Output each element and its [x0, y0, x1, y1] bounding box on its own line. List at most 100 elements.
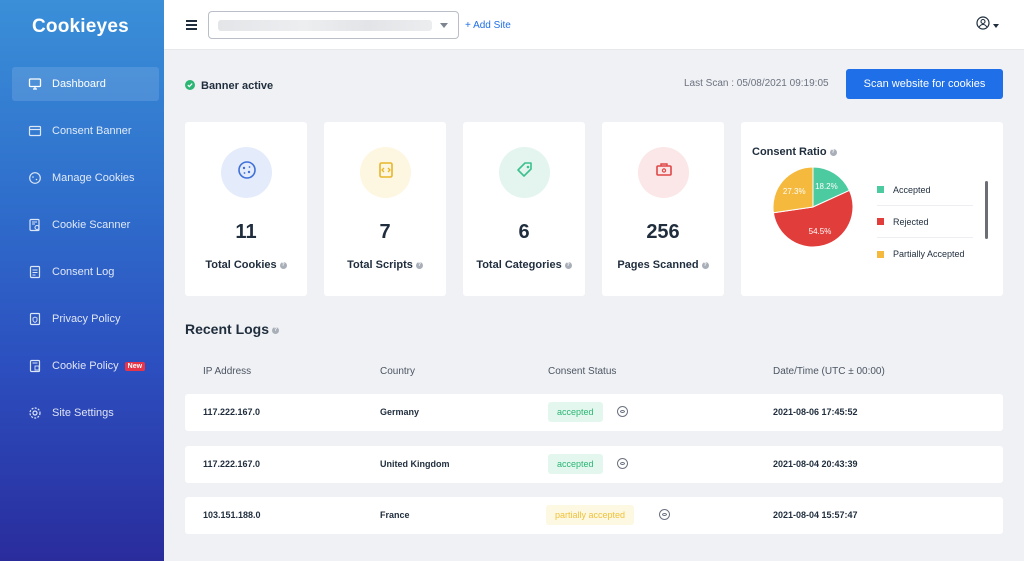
- legend-label: Accepted: [893, 184, 931, 195]
- sidebar-item-label: Cookie Scanner: [52, 219, 131, 231]
- column-header-status: Consent Status: [548, 366, 617, 377]
- column-header-country: Country: [380, 366, 416, 377]
- legend-swatch: [877, 218, 884, 225]
- pie-value-label: 18.2%: [815, 182, 838, 191]
- table-row[interactable]: 117.222.167.0 United Kingdom accepted 20…: [185, 446, 1003, 483]
- scan-website-button[interactable]: Scan website for cookies: [846, 69, 1003, 99]
- site-name-redacted: [218, 20, 432, 31]
- stat-card-categories[interactable]: 6 Total Categories?: [463, 122, 585, 296]
- stat-label: Pages Scanned?: [602, 259, 724, 271]
- user-menu[interactable]: [976, 16, 999, 35]
- recent-logs-title-text: Recent Logs: [185, 321, 270, 337]
- legend-item-accepted: Accepted: [877, 174, 973, 206]
- stat-card-cookies[interactable]: 11 Total Cookies?: [185, 122, 307, 296]
- last-scan-time: Last Scan : 05/08/2021 09:19:05: [684, 78, 829, 89]
- top-bar: + Add Site: [164, 0, 1024, 50]
- column-header-datetime: Date/Time (UTC ± 00:00): [773, 366, 885, 377]
- stat-icon-circle: [638, 147, 689, 198]
- banner-status-text: Banner active: [201, 80, 274, 92]
- status-badge: accepted: [548, 454, 603, 474]
- cell-country: France: [380, 510, 410, 520]
- log-icon: [28, 265, 42, 279]
- legend-label: Rejected: [893, 216, 929, 227]
- app-logo[interactable]: Cookieyes: [32, 16, 129, 38]
- user-icon: [976, 16, 990, 35]
- stat-icon-circle: [221, 147, 272, 198]
- help-icon[interactable]: ?: [279, 261, 287, 269]
- stat-value: 256: [646, 221, 680, 243]
- menu-icon[interactable]: [186, 20, 197, 30]
- cell-datetime: 2021-08-04 20:43:39: [773, 459, 858, 469]
- site-selector[interactable]: [208, 11, 459, 39]
- recent-logs-title: Recent Logs?: [185, 321, 280, 337]
- cell-country: United Kingdom: [380, 459, 450, 469]
- sidebar: Cookieyes Dashboard Consent Banner Manag…: [0, 0, 164, 561]
- help-icon[interactable]: ?: [272, 326, 280, 334]
- stat-card-pages[interactable]: 256 Pages Scanned?: [602, 122, 724, 296]
- stat-label: Total Categories?: [463, 259, 585, 271]
- stat-label-text: Pages Scanned: [617, 259, 699, 271]
- sidebar-item-label: Manage Cookies: [52, 172, 135, 184]
- stat-label-text: Total Scripts: [347, 259, 413, 271]
- cell-datetime: 2021-08-06 17:45:52: [773, 407, 858, 417]
- help-icon[interactable]: ?: [564, 261, 572, 269]
- cookie-icon: [236, 159, 258, 186]
- sidebar-item-privacy-policy[interactable]: Privacy Policy: [12, 302, 159, 336]
- table-row[interactable]: 117.222.167.0 Germany accepted 2021-08-0…: [185, 394, 1003, 431]
- chevron-down-icon: [993, 23, 999, 28]
- stat-value: 11: [235, 221, 257, 243]
- status-badge: partially accepted: [546, 505, 635, 525]
- cell-country: Germany: [380, 407, 420, 417]
- pie-value-label: 27.3%: [783, 187, 806, 196]
- stat-value: 7: [379, 221, 391, 243]
- sidebar-item-cookie-scanner[interactable]: Cookie Scanner: [12, 208, 159, 242]
- legend-scrollbar[interactable]: [985, 181, 988, 239]
- legend-swatch: [877, 250, 884, 258]
- table-row[interactable]: 103.151.188.0 France partially accepted …: [185, 497, 1003, 534]
- stat-card-scripts[interactable]: 7 Total Scripts?: [324, 122, 446, 296]
- chevron-down-icon: [440, 23, 448, 28]
- consent-ratio-title: Consent Ratio?: [752, 146, 837, 158]
- cell-ip: 117.222.167.0: [203, 407, 261, 417]
- sidebar-item-label: Cookie Policy: [52, 360, 119, 372]
- stat-label: Total Cookies?: [185, 259, 307, 271]
- policy-icon: [28, 312, 42, 326]
- sidebar-item-site-settings[interactable]: Site Settings: [12, 396, 159, 430]
- eye-icon[interactable]: [617, 458, 628, 469]
- help-icon[interactable]: ?: [701, 261, 709, 269]
- eye-icon[interactable]: [659, 509, 670, 520]
- sidebar-item-consent-banner[interactable]: Consent Banner: [12, 114, 159, 148]
- help-icon[interactable]: ?: [415, 261, 423, 269]
- new-badge: New: [124, 361, 146, 371]
- sidebar-item-manage-cookies[interactable]: Manage Cookies: [12, 161, 159, 195]
- help-icon[interactable]: ?: [829, 148, 837, 156]
- monitor-icon: [28, 77, 42, 91]
- check-circle-icon: [185, 77, 195, 95]
- stat-icon-circle: [499, 147, 550, 198]
- sidebar-item-cookie-policy[interactable]: Cookie Policy New: [12, 349, 159, 383]
- eye-icon[interactable]: [617, 406, 628, 417]
- page-scan-icon: [653, 159, 675, 186]
- status-badge: accepted: [548, 402, 603, 422]
- document-icon: [28, 359, 42, 373]
- banner-icon: [28, 124, 42, 138]
- sidebar-item-dashboard[interactable]: Dashboard: [12, 67, 159, 101]
- consent-legend: Accepted Rejected Partially Accepted: [877, 174, 973, 270]
- sidebar-item-consent-log[interactable]: Consent Log: [12, 255, 159, 289]
- stat-value: 6: [518, 221, 530, 243]
- script-icon: [375, 159, 397, 186]
- sidebar-item-label: Consent Banner: [52, 125, 132, 137]
- add-site-link[interactable]: + Add Site: [465, 20, 511, 31]
- cell-datetime: 2021-08-04 15:57:47: [773, 510, 858, 520]
- column-header-ip: IP Address: [203, 366, 252, 377]
- legend-swatch: [877, 186, 884, 193]
- sidebar-nav: Dashboard Consent Banner Manage Cookies …: [12, 67, 159, 443]
- cookie-icon: [28, 171, 42, 185]
- consent-ratio-title-text: Consent Ratio: [752, 146, 827, 158]
- sidebar-item-label: Consent Log: [52, 266, 115, 278]
- scanner-icon: [28, 218, 42, 232]
- stat-label-text: Total Categories: [476, 259, 562, 271]
- legend-item-partially-accepted: Partially Accepted: [877, 238, 973, 270]
- stat-label: Total Scripts?: [324, 259, 446, 271]
- legend-item-rejected: Rejected: [877, 206, 973, 238]
